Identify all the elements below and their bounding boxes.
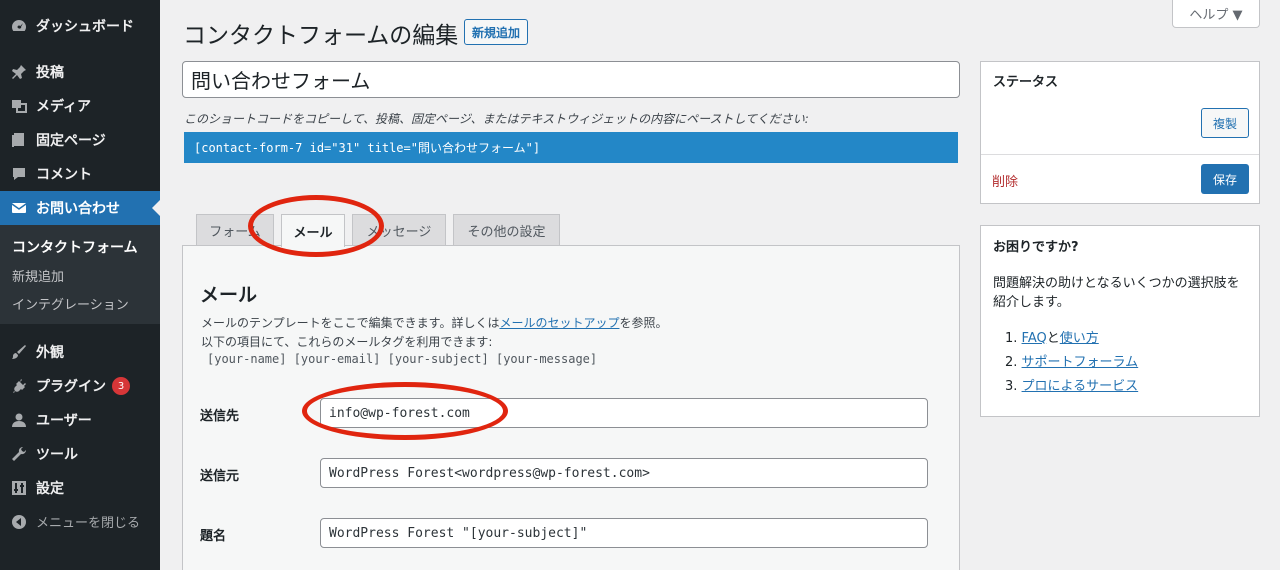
help-box-title: お困りですか? [993,240,1079,255]
contact-submenu: コンタクトフォーム 新規追加 インテグレーション [0,225,160,324]
submenu-contact-forms[interactable]: コンタクトフォーム [12,237,138,257]
menu-label: 設定 [36,481,64,497]
menu-label: プラグイン [36,379,106,395]
list-number: 1. [1005,331,1018,346]
help-text-line-2: 紹介します。 [993,295,1070,310]
submenu-integration[interactable]: インテグレーション [12,294,129,313]
duplicate-button[interactable]: 複製 [1201,108,1249,138]
page-icon [10,131,28,149]
help-list-item: 1. FAQと使い方 [1005,327,1099,346]
mail-setup-link[interactable]: メールのセットアップ [499,316,619,330]
menu-label: 外観 [36,345,64,361]
mail-desc-text: メールのテンプレートをここで編集できます。詳しくは [201,316,500,330]
list-number: 2. [1005,355,1018,370]
collapse-menu-button[interactable]: メニューを閉じる [10,512,140,531]
menu-label: 固定ページ [36,133,106,149]
plugin-icon [10,377,28,395]
list-connector: と [1046,331,1060,346]
tab-additional-settings[interactable]: その他の設定 [453,214,560,246]
menu-item-tools[interactable]: ツール [0,437,160,471]
menu-label: コメント [36,167,92,183]
help-list-item: 2. サポートフォーラム [1005,351,1138,370]
menu-item-plugins[interactable]: プラグイン 3 [0,369,160,403]
help-text-line-1: 問題解決の助けとなるいくつかの選択肢を [993,276,1240,291]
collapse-arrow-icon [10,513,28,531]
menu-item-comments[interactable]: コメント [0,157,160,191]
settings-icon [10,479,28,497]
dashboard-icon [10,17,28,35]
user-icon [10,411,28,429]
pro-services-link[interactable]: プロによるサービス [1022,379,1139,394]
tab-mail[interactable]: メール [281,214,345,247]
comment-icon [10,165,28,183]
docs-link[interactable]: 使い方 [1060,331,1099,346]
list-number: 3. [1005,379,1018,394]
menu-item-settings[interactable]: 設定 [0,471,160,505]
submenu-add-new[interactable]: 新規追加 [12,266,64,285]
mail-tags-description: 以下の項目にて、これらのメールタグを利用できます: [201,335,493,349]
from-input[interactable]: WordPress Forest<wordpress@wp-forest.com… [320,458,928,488]
mail-description: メールのテンプレートをここで編集できます。詳しくはメールのセットアップを参照。 [201,314,667,331]
collapse-label: メニューを閉じる [36,516,141,531]
menu-label: お問い合わせ [36,201,120,217]
menu-label: 投稿 [36,65,64,81]
shortcode-field[interactable]: [contact-form-7 id="31" title="問い合わせフォーム… [184,132,958,163]
to-input[interactable]: info@wp-forest.com [320,398,928,428]
menu-item-pages[interactable]: 固定ページ [0,123,160,157]
menu-item-media[interactable]: メディア [0,89,160,123]
menu-item-users[interactable]: ユーザー [0,403,160,437]
menu-label: メディア [36,99,92,115]
media-icon [10,97,28,115]
mail-desc-text-end: を参照。 [619,316,668,330]
help-tab-button[interactable]: ヘルプ ▼ [1172,0,1260,28]
brush-icon [10,343,28,361]
subject-label: 題名 [200,529,227,544]
mail-panel-title: メール [200,284,258,306]
menu-item-appearance[interactable]: 外観 [0,335,160,369]
delete-link[interactable]: 削除 [992,171,1018,190]
save-button[interactable]: 保存 [1201,164,1249,194]
menu-label: ダッシュボード [36,19,134,35]
mail-tags-list: [your-name] [your-email] [your-subject] … [207,352,598,366]
pin-icon [10,63,28,81]
plugin-update-badge: 3 [112,377,130,395]
menu-item-contact[interactable]: お問い合わせ [0,191,160,225]
form-title-input[interactable]: 問い合わせフォーム [182,61,960,98]
menu-label: ユーザー [36,413,92,429]
menu-label: ツール [36,447,78,463]
subject-input[interactable]: WordPress Forest "[your-subject]" [320,518,928,548]
status-divider [981,154,1259,155]
tab-messages[interactable]: メッセージ [352,214,446,246]
admin-sidebar: ダッシュボード 投稿 メディア 固定ページ コメント お問い合わせ コンタクトフ… [0,0,160,570]
tab-form[interactable]: フォーム [196,214,274,246]
from-label: 送信元 [200,469,240,484]
menu-item-dashboard[interactable]: ダッシュボード [0,9,160,43]
support-forum-link[interactable]: サポートフォーラム [1022,355,1139,370]
to-label: 送信先 [200,409,240,424]
status-box-title: ステータス [993,75,1059,90]
menu-item-posts[interactable]: 投稿 [0,55,160,89]
page-title: コンタクトフォームの編集 [183,23,459,49]
add-new-button[interactable]: 新規追加 [464,19,529,45]
shortcode-description: このショートコードをコピーして、投稿、固定ページ、またはテキストウィジェットの内… [184,112,809,126]
status-box: ステータス 複製 削除 保存 [980,61,1260,204]
help-list-item: 3. プロによるサービス [1005,375,1138,394]
mail-icon [10,199,28,217]
wrench-icon [10,445,28,463]
faq-link[interactable]: FAQ [1022,331,1047,346]
